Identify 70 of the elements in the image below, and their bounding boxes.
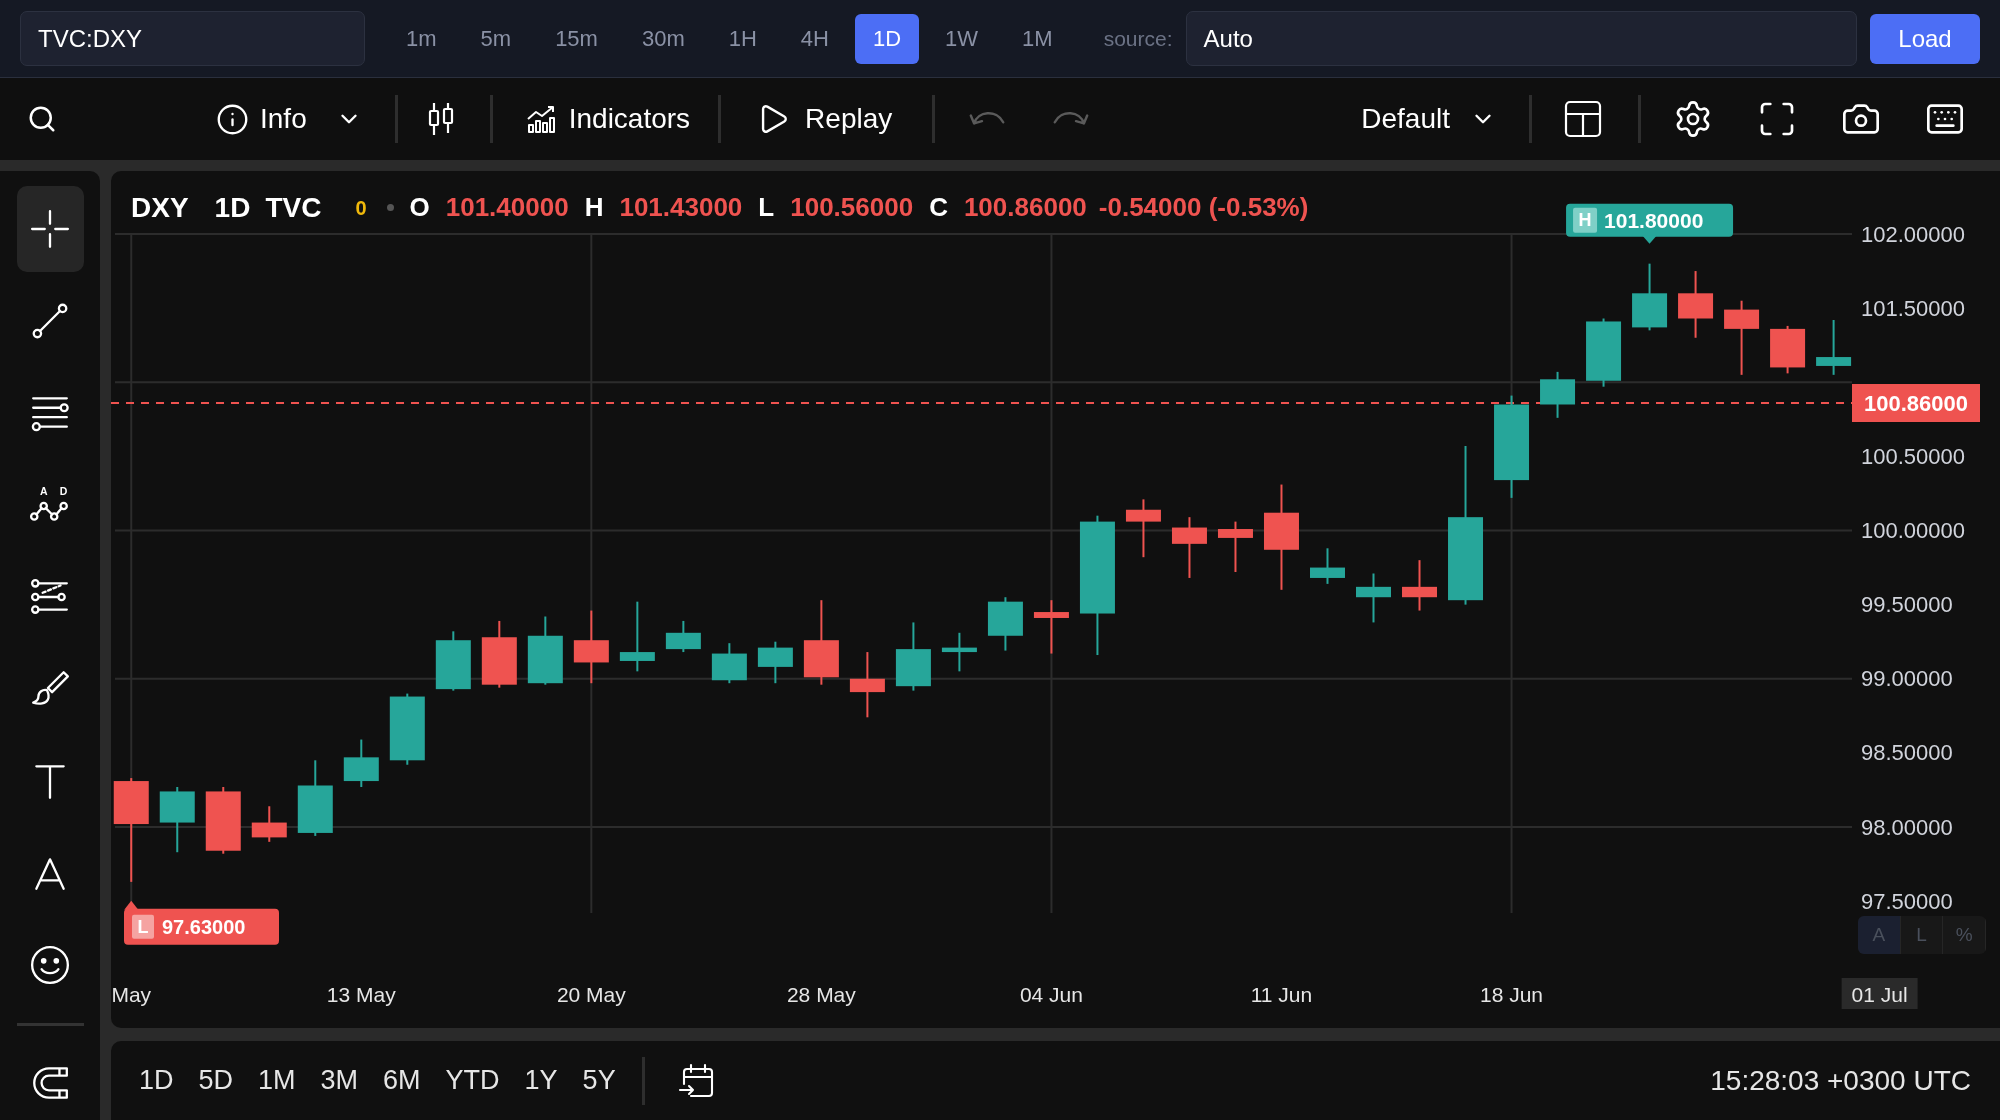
last-price-value: 100.86000 bbox=[1864, 390, 1968, 416]
range-button[interactable]: 1D bbox=[128, 1060, 185, 1101]
ohlc-value: 100.56000 bbox=[790, 191, 914, 224]
price-axis-label: 99.50000 bbox=[1861, 592, 1953, 618]
timeframe-tab[interactable]: 4H bbox=[782, 13, 847, 64]
clock-time: 15:28:03 +0300 UTC bbox=[1710, 1063, 1971, 1098]
timeframe-tab[interactable]: 5m bbox=[462, 13, 530, 64]
low-marker-letter: L bbox=[137, 916, 149, 937]
source-label: source: bbox=[1103, 25, 1173, 52]
ohlc-label: O bbox=[409, 191, 430, 224]
source-field[interactable]: Auto bbox=[1185, 11, 1857, 66]
price-axis-label: 98.50000 bbox=[1861, 740, 1953, 766]
timeframe-tab[interactable]: 1H bbox=[710, 13, 775, 64]
exchange-label: TVC bbox=[265, 190, 322, 225]
date-axis-label: 11 Jun bbox=[1250, 982, 1313, 1006]
load-button[interactable]: Load bbox=[1870, 13, 1980, 64]
info-icon bbox=[216, 102, 249, 136]
range-button[interactable]: YTD bbox=[434, 1060, 511, 1101]
date-axis-label: 04 Jun bbox=[1019, 982, 1083, 1006]
symbol-field[interactable]: TVC:DXY bbox=[20, 11, 365, 66]
search-icon bbox=[27, 104, 57, 134]
price-change: -0.54000 (-0.53%) bbox=[1098, 191, 1309, 224]
crosshair-date-label: 01 Jul bbox=[1841, 978, 1918, 1009]
drawing-tool-button[interactable] bbox=[16, 186, 84, 272]
low-price-value: 97.63000 bbox=[162, 915, 246, 938]
range-button[interactable]: 5Y bbox=[571, 1060, 627, 1101]
high-price-value: 101.80000 bbox=[1604, 208, 1704, 232]
ohlc-value: 101.40000 bbox=[445, 191, 569, 224]
range-button[interactable]: 6M bbox=[372, 1060, 432, 1101]
range-button[interactable]: 3M bbox=[309, 1060, 370, 1101]
symbol-label: DXY bbox=[131, 190, 189, 225]
price-axis-label: 97.50000 bbox=[1861, 888, 1953, 914]
timeframe-tab[interactable]: 1D bbox=[854, 13, 920, 64]
range-button[interactable]: 5D bbox=[187, 1060, 245, 1101]
calendar-icon bbox=[677, 1061, 716, 1100]
price-axis-label: 100.50000 bbox=[1861, 443, 1965, 469]
ohlc-label: L bbox=[758, 191, 775, 224]
price-axis-label: 99.00000 bbox=[1861, 666, 1953, 692]
range-button[interactable]: 1Y bbox=[513, 1060, 569, 1101]
ohlc-label: H bbox=[584, 191, 604, 224]
price-axis-label: 100.00000 bbox=[1861, 518, 1965, 543]
date-axis-label: 28 May bbox=[786, 982, 856, 1006]
range-button[interactable]: 1M bbox=[247, 1060, 307, 1101]
date-axis-label: 20 May bbox=[556, 982, 626, 1006]
high-marker-letter: H bbox=[1578, 210, 1592, 231]
timeframe-tab[interactable]: 1m bbox=[388, 13, 455, 64]
layout-grid-icon bbox=[1563, 99, 1603, 139]
ohlc-value: 100.86000 bbox=[963, 191, 1087, 224]
info-button[interactable]: Info bbox=[212, 94, 366, 144]
date-axis-label: May bbox=[111, 982, 152, 1006]
replay-button[interactable]: Replay bbox=[752, 94, 897, 144]
timeframe-tab[interactable]: 1M bbox=[1004, 13, 1071, 64]
timeframe-tab[interactable]: 15m bbox=[537, 13, 616, 64]
layout-menu-button[interactable]: Default bbox=[1357, 94, 1500, 144]
timeframe-tab[interactable]: 30m bbox=[623, 13, 703, 64]
candlestick-icon bbox=[426, 101, 455, 137]
indicators-button[interactable]: Indicators bbox=[520, 94, 695, 144]
ohlc-label: C bbox=[929, 191, 948, 224]
ohlc-value: 101.43000 bbox=[619, 191, 743, 224]
price-axis-label: 101.50000 bbox=[1861, 295, 1965, 321]
count-label: 0 bbox=[355, 195, 367, 221]
interval-label: 1D bbox=[214, 190, 251, 225]
price-axis-label: 98.00000 bbox=[1861, 814, 1953, 840]
date-axis-label: 13 May bbox=[326, 982, 396, 1006]
crosshair-icon bbox=[29, 208, 71, 250]
date-axis-label: 18 Jun bbox=[1480, 982, 1544, 1006]
timeframe-tab[interactable]: 1W bbox=[927, 13, 997, 64]
emoji-icon bbox=[29, 944, 71, 986]
price-axis-label: 102.00000 bbox=[1861, 221, 1965, 247]
drawing-tool-button[interactable]: A D bbox=[16, 462, 84, 548]
